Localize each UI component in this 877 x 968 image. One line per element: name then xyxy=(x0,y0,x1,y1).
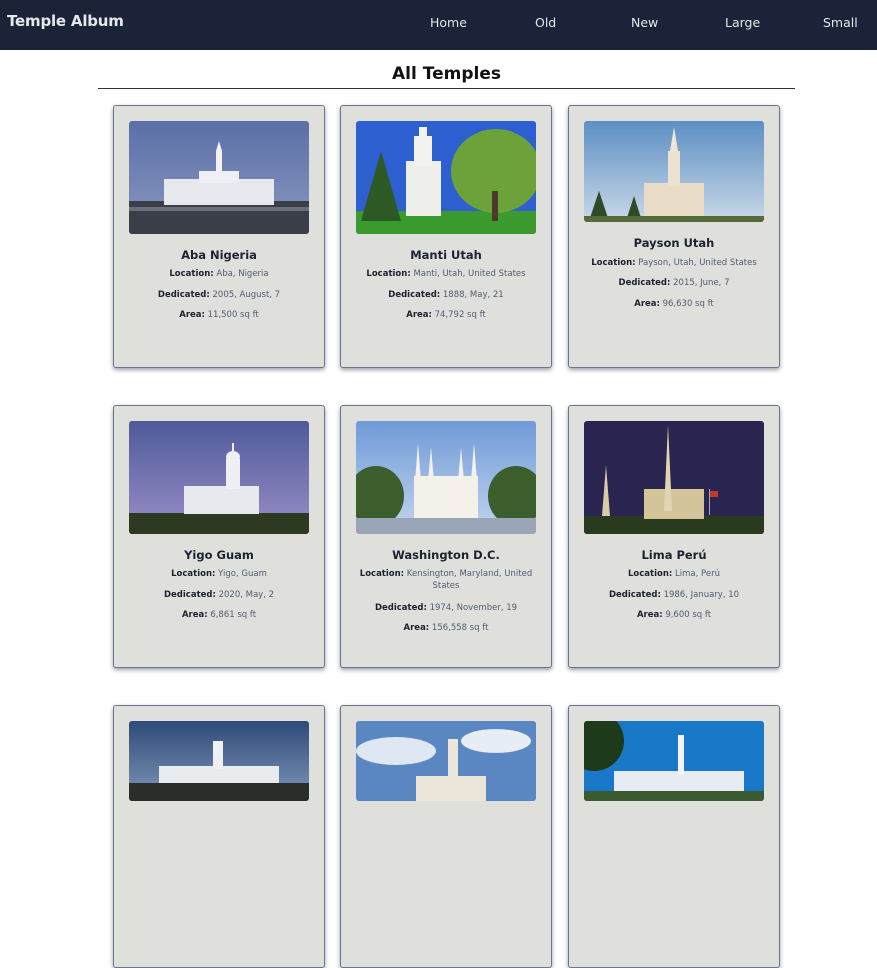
temple-card: Washington D.C. Location: Kensington, Ma… xyxy=(340,405,552,668)
temple-card xyxy=(568,705,780,968)
temple-location: Location: Kensington, Maryland, United S… xyxy=(359,569,533,591)
temple-photo xyxy=(129,721,309,801)
temple-name: Aba Nigeria xyxy=(181,248,257,262)
temple-photo xyxy=(129,121,309,234)
site-header: Temple Album Home Old New Large Small xyxy=(0,0,877,50)
page-title: All Temples xyxy=(392,64,501,84)
temple-dedicated: Dedicated: 2005, August, 7 xyxy=(157,290,281,300)
temple-name: Yigo Guam xyxy=(184,548,254,562)
nav-large[interactable]: Large xyxy=(725,15,760,30)
nav-new[interactable]: New xyxy=(631,15,658,30)
temple-location: Location: Payson, Utah, United States xyxy=(591,258,757,268)
nav-old[interactable]: Old xyxy=(535,15,556,30)
temple-card: Aba Nigeria Location: Aba, Nigeria Dedic… xyxy=(113,105,325,368)
temple-dedicated: Dedicated: 2020, May, 2 xyxy=(163,590,275,600)
temple-photo xyxy=(584,721,764,801)
temple-dedicated: Dedicated: 1888, May, 21 xyxy=(388,290,504,300)
temple-location: Location: Aba, Nigeria xyxy=(169,269,269,279)
nav-small[interactable]: Small xyxy=(823,15,858,30)
temple-name: Payson Utah xyxy=(633,236,715,250)
temple-dedicated: Dedicated: 1974, November, 19 xyxy=(374,603,518,613)
temple-dedicated: Dedicated: 1986, January, 10 xyxy=(608,590,740,600)
site-brand[interactable]: Temple Album xyxy=(7,12,124,30)
temple-photo xyxy=(356,421,536,534)
temple-photo xyxy=(129,421,309,534)
temple-photo xyxy=(356,721,536,801)
temple-card xyxy=(340,705,552,968)
temple-location: Location: Manti, Utah, United States xyxy=(366,269,526,279)
temple-card: Lima Perú Location: Lima, Perú Dedicated… xyxy=(568,405,780,668)
temple-card xyxy=(113,705,325,968)
temple-area: Area: 156,558 sq ft xyxy=(403,623,489,633)
temple-photo xyxy=(356,121,536,234)
temple-name: Manti Utah xyxy=(410,248,482,262)
temple-photo xyxy=(584,121,764,222)
temple-area: Area: 6,861 sq ft xyxy=(181,610,257,620)
temple-photo xyxy=(584,421,764,534)
title-divider xyxy=(98,88,795,89)
temple-area: Area: 96,630 sq ft xyxy=(634,299,714,309)
temple-area: Area: 9,600 sq ft xyxy=(636,610,712,620)
temple-card: Yigo Guam Location: Yigo, Guam Dedicated… xyxy=(113,405,325,668)
temple-card: Manti Utah Location: Manti, Utah, United… xyxy=(340,105,552,368)
temple-card: Payson Utah Location: Payson, Utah, Unit… xyxy=(568,105,780,368)
temple-area: Area: 11,500 sq ft xyxy=(179,310,259,320)
nav-home[interactable]: Home xyxy=(430,15,467,30)
temple-location: Location: Yigo, Guam xyxy=(171,569,267,579)
temple-dedicated: Dedicated: 2015, June, 7 xyxy=(618,278,730,288)
temple-location: Location: Lima, Perú xyxy=(628,569,720,579)
temple-name: Washington D.C. xyxy=(392,548,500,562)
temple-area: Area: 74,792 sq ft xyxy=(406,310,486,320)
temple-name: Lima Perú xyxy=(641,548,707,562)
